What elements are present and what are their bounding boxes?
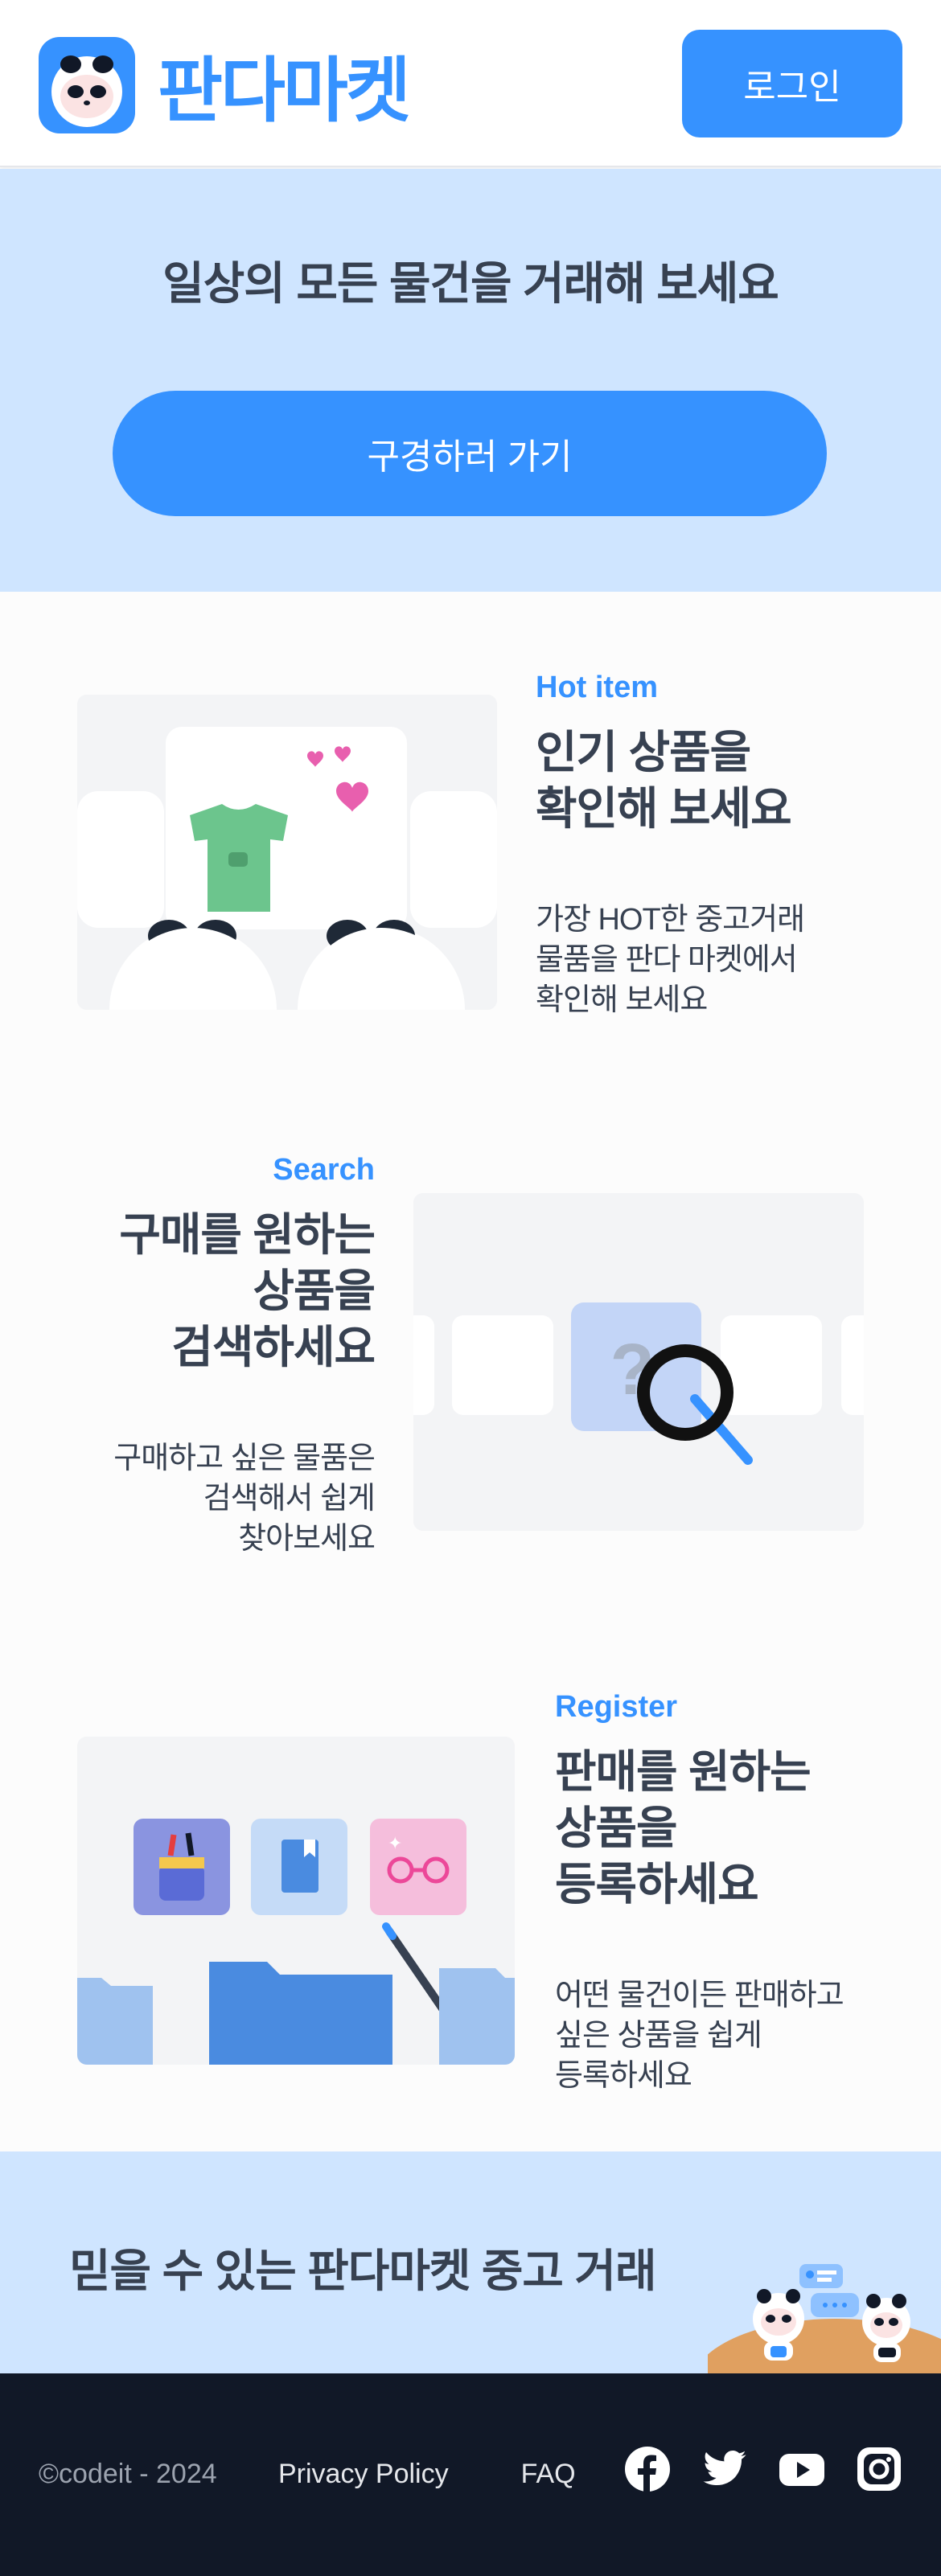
feature-title: 구매를 원하는 상품을 검색하세요 bbox=[119, 1209, 376, 1372]
feature-tag: Search bbox=[273, 1153, 375, 1187]
hero-section: 일상의 모든 물건을 거래해 보세요 구경하러 가기 bbox=[0, 169, 941, 592]
hot-item-illustration bbox=[77, 695, 497, 1010]
feature-hot-item-text: Hot item 인기 상품을 확인해 보세요 가장 HOT한 중고거래 물품을… bbox=[536, 671, 906, 1020]
pandas-chatting-illustration bbox=[693, 2256, 941, 2373]
privacy-policy-link[interactable]: Privacy Policy bbox=[278, 2459, 449, 2490]
footer-links: Privacy Policy FAQ bbox=[278, 2459, 576, 2490]
svg-text:✦: ✦ bbox=[388, 1834, 402, 1854]
facebook-icon[interactable] bbox=[624, 2446, 671, 2492]
feature-description: 구매하고 싶은 물품은 검색해서 쉽게 찾아보세요 bbox=[113, 1442, 376, 1556]
feature-register-text: Register 판매를 원하는 상품을 등록하세요 어떤 물건이든 판매하고 … bbox=[555, 1690, 909, 2096]
footer: ©codeit - 2024 Privacy Policy FAQ bbox=[0, 2373, 941, 2576]
top-header: 판다마켓 로그인 bbox=[0, 0, 941, 167]
feature-title: 인기 상품을 확인해 보세요 bbox=[536, 727, 792, 834]
twitter-icon[interactable] bbox=[701, 2446, 748, 2492]
browse-button[interactable]: 구경하러 가기 bbox=[113, 391, 827, 516]
faq-link[interactable]: FAQ bbox=[521, 2459, 576, 2490]
feature-title: 판매를 원하는 상품을 등록하세요 bbox=[555, 1746, 812, 1909]
feature-tag: Register bbox=[555, 1690, 678, 1724]
panda-market-logo[interactable]: 판다마켓 bbox=[39, 34, 411, 136]
register-illustration: ✦ bbox=[77, 1737, 515, 2065]
trust-banner: 믿을 수 있는 판다마켓 중고 거래 bbox=[0, 2151, 941, 2373]
banner-title: 믿을 수 있는 판다마켓 중고 거래 bbox=[69, 2246, 657, 2296]
feature-tag: Hot item bbox=[536, 671, 658, 704]
search-illustration: ? bbox=[413, 1193, 864, 1531]
social-links bbox=[624, 2446, 933, 2492]
feature-description: 어떤 물건이든 판매하고 싶은 상품을 쉽게 등록하세요 bbox=[555, 1979, 844, 2093]
panda-logo-icon bbox=[39, 36, 135, 133]
instagram-icon[interactable] bbox=[856, 2446, 902, 2492]
hero-title: 일상의 모든 물건을 거래해 보세요 bbox=[162, 258, 779, 309]
login-button[interactable]: 로그인 bbox=[682, 30, 902, 137]
feature-description: 가장 HOT한 중고거래 물품을 판다 마켓에서 확인해 보세요 bbox=[536, 903, 805, 1017]
copyright-text: ©codeit - 2024 bbox=[39, 2459, 217, 2489]
youtube-icon[interactable] bbox=[779, 2446, 825, 2492]
logo-text: 판다마켓 bbox=[158, 51, 411, 130]
feature-search-text: Search 구매를 원하는 상품을 검색하세요 구매하고 싶은 물품은 검색해… bbox=[77, 1153, 376, 1559]
